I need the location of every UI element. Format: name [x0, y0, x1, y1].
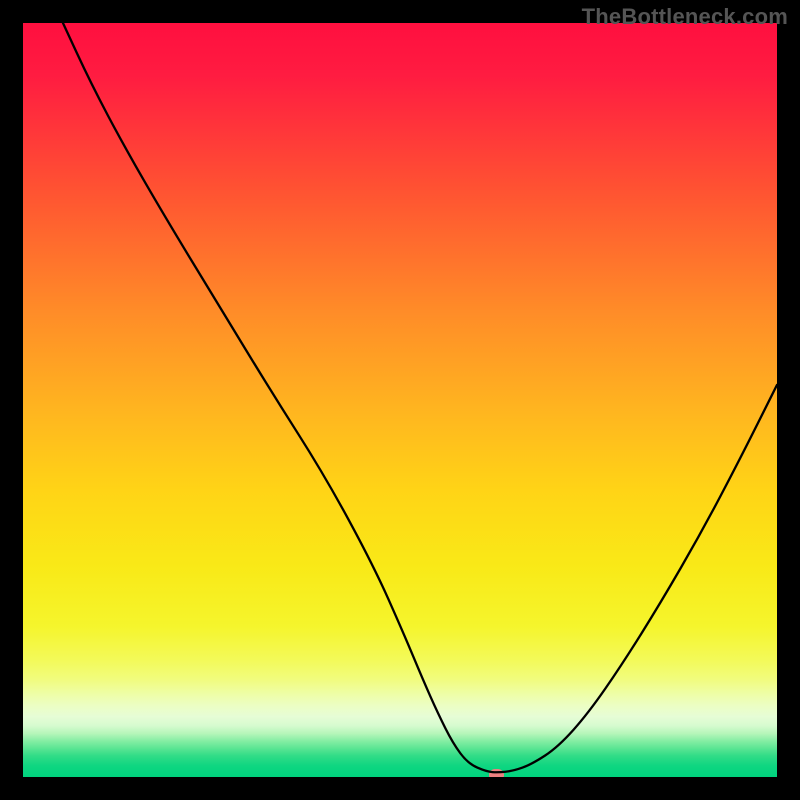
plot-area [23, 23, 777, 777]
chart-frame: TheBottleneck.com [0, 0, 800, 800]
watermark-text: TheBottleneck.com [582, 4, 788, 30]
bottleneck-curve [23, 23, 777, 777]
